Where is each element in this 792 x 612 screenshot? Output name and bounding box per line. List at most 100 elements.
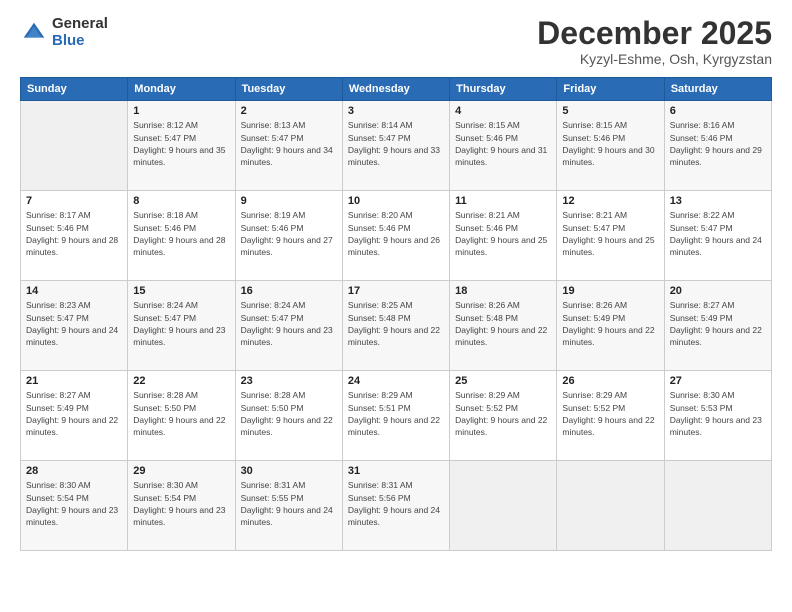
calendar-page: General Blue December 2025 Kyzyl-Eshme, … (0, 0, 792, 612)
table-row: 26 Sunrise: 8:29 AMSunset: 5:52 PMDaylig… (557, 371, 664, 461)
table-row: 28 Sunrise: 8:30 AMSunset: 5:54 PMDaylig… (21, 461, 128, 551)
day-detail: Sunrise: 8:16 AMSunset: 5:46 PMDaylight:… (670, 120, 762, 167)
day-detail: Sunrise: 8:14 AMSunset: 5:47 PMDaylight:… (348, 120, 440, 167)
logo: General Blue (20, 16, 108, 49)
table-row: 7 Sunrise: 8:17 AMSunset: 5:46 PMDayligh… (21, 191, 128, 281)
day-number: 10 (348, 195, 444, 207)
day-number: 25 (455, 375, 551, 387)
day-detail: Sunrise: 8:25 AMSunset: 5:48 PMDaylight:… (348, 300, 440, 347)
day-number: 20 (670, 285, 766, 297)
day-number: 24 (348, 375, 444, 387)
day-number: 28 (26, 465, 122, 477)
day-number: 1 (133, 105, 229, 117)
day-detail: Sunrise: 8:18 AMSunset: 5:46 PMDaylight:… (133, 210, 225, 257)
table-row: 9 Sunrise: 8:19 AMSunset: 5:46 PMDayligh… (235, 191, 342, 281)
day-number: 7 (26, 195, 122, 207)
subtitle: Kyzyl-Eshme, Osh, Kyrgyzstan (537, 51, 772, 67)
logo-blue-text: Blue (52, 33, 108, 50)
day-detail: Sunrise: 8:28 AMSunset: 5:50 PMDaylight:… (133, 390, 225, 437)
table-row: 8 Sunrise: 8:18 AMSunset: 5:46 PMDayligh… (128, 191, 235, 281)
day-detail: Sunrise: 8:17 AMSunset: 5:46 PMDaylight:… (26, 210, 118, 257)
day-detail: Sunrise: 8:12 AMSunset: 5:47 PMDaylight:… (133, 120, 225, 167)
col-thursday: Thursday (450, 78, 557, 101)
table-row: 19 Sunrise: 8:26 AMSunset: 5:49 PMDaylig… (557, 281, 664, 371)
day-number: 11 (455, 195, 551, 207)
day-number: 3 (348, 105, 444, 117)
table-row: 29 Sunrise: 8:30 AMSunset: 5:54 PMDaylig… (128, 461, 235, 551)
table-row: 4 Sunrise: 8:15 AMSunset: 5:46 PMDayligh… (450, 101, 557, 191)
day-detail: Sunrise: 8:22 AMSunset: 5:47 PMDaylight:… (670, 210, 762, 257)
table-row: 17 Sunrise: 8:25 AMSunset: 5:48 PMDaylig… (342, 281, 449, 371)
day-number: 16 (241, 285, 337, 297)
col-wednesday: Wednesday (342, 78, 449, 101)
day-number: 27 (670, 375, 766, 387)
table-row: 27 Sunrise: 8:30 AMSunset: 5:53 PMDaylig… (664, 371, 771, 461)
day-detail: Sunrise: 8:26 AMSunset: 5:49 PMDaylight:… (562, 300, 654, 347)
day-number: 6 (670, 105, 766, 117)
table-row: 18 Sunrise: 8:26 AMSunset: 5:48 PMDaylig… (450, 281, 557, 371)
day-number: 31 (348, 465, 444, 477)
day-detail: Sunrise: 8:24 AMSunset: 5:47 PMDaylight:… (241, 300, 333, 347)
col-monday: Monday (128, 78, 235, 101)
day-number: 18 (455, 285, 551, 297)
col-sunday: Sunday (21, 78, 128, 101)
day-number: 14 (26, 285, 122, 297)
table-row: 10 Sunrise: 8:20 AMSunset: 5:46 PMDaylig… (342, 191, 449, 281)
logo-text: General Blue (52, 16, 108, 49)
table-row (450, 461, 557, 551)
table-row: 16 Sunrise: 8:24 AMSunset: 5:47 PMDaylig… (235, 281, 342, 371)
day-number: 19 (562, 285, 658, 297)
table-row (557, 461, 664, 551)
table-row (664, 461, 771, 551)
table-row: 14 Sunrise: 8:23 AMSunset: 5:47 PMDaylig… (21, 281, 128, 371)
day-detail: Sunrise: 8:15 AMSunset: 5:46 PMDaylight:… (455, 120, 547, 167)
day-number: 17 (348, 285, 444, 297)
day-detail: Sunrise: 8:30 AMSunset: 5:54 PMDaylight:… (133, 480, 225, 527)
day-detail: Sunrise: 8:26 AMSunset: 5:48 PMDaylight:… (455, 300, 547, 347)
col-tuesday: Tuesday (235, 78, 342, 101)
table-row: 30 Sunrise: 8:31 AMSunset: 5:55 PMDaylig… (235, 461, 342, 551)
calendar-table: Sunday Monday Tuesday Wednesday Thursday… (20, 77, 772, 551)
day-number: 30 (241, 465, 337, 477)
day-detail: Sunrise: 8:19 AMSunset: 5:46 PMDaylight:… (241, 210, 333, 257)
col-friday: Friday (557, 78, 664, 101)
day-number: 26 (562, 375, 658, 387)
table-row: 3 Sunrise: 8:14 AMSunset: 5:47 PMDayligh… (342, 101, 449, 191)
day-number: 5 (562, 105, 658, 117)
table-row: 22 Sunrise: 8:28 AMSunset: 5:50 PMDaylig… (128, 371, 235, 461)
day-number: 23 (241, 375, 337, 387)
day-detail: Sunrise: 8:29 AMSunset: 5:52 PMDaylight:… (562, 390, 654, 437)
day-number: 13 (670, 195, 766, 207)
day-detail: Sunrise: 8:21 AMSunset: 5:46 PMDaylight:… (455, 210, 547, 257)
calendar-header: Sunday Monday Tuesday Wednesday Thursday… (21, 78, 772, 101)
logo-general-text: General (52, 16, 108, 33)
title-block: December 2025 Kyzyl-Eshme, Osh, Kyrgyzst… (537, 16, 772, 67)
table-row: 24 Sunrise: 8:29 AMSunset: 5:51 PMDaylig… (342, 371, 449, 461)
table-row: 6 Sunrise: 8:16 AMSunset: 5:46 PMDayligh… (664, 101, 771, 191)
table-row: 20 Sunrise: 8:27 AMSunset: 5:49 PMDaylig… (664, 281, 771, 371)
table-row: 12 Sunrise: 8:21 AMSunset: 5:47 PMDaylig… (557, 191, 664, 281)
day-number: 12 (562, 195, 658, 207)
header-row: Sunday Monday Tuesday Wednesday Thursday… (21, 78, 772, 101)
day-detail: Sunrise: 8:28 AMSunset: 5:50 PMDaylight:… (241, 390, 333, 437)
page-header: General Blue December 2025 Kyzyl-Eshme, … (20, 16, 772, 67)
day-number: 21 (26, 375, 122, 387)
main-title: December 2025 (537, 16, 772, 51)
day-number: 22 (133, 375, 229, 387)
day-number: 8 (133, 195, 229, 207)
table-row: 31 Sunrise: 8:31 AMSunset: 5:56 PMDaylig… (342, 461, 449, 551)
day-number: 4 (455, 105, 551, 117)
table-row: 1 Sunrise: 8:12 AMSunset: 5:47 PMDayligh… (128, 101, 235, 191)
day-detail: Sunrise: 8:13 AMSunset: 5:47 PMDaylight:… (241, 120, 333, 167)
day-detail: Sunrise: 8:20 AMSunset: 5:46 PMDaylight:… (348, 210, 440, 257)
table-row: 13 Sunrise: 8:22 AMSunset: 5:47 PMDaylig… (664, 191, 771, 281)
table-row: 11 Sunrise: 8:21 AMSunset: 5:46 PMDaylig… (450, 191, 557, 281)
day-detail: Sunrise: 8:31 AMSunset: 5:55 PMDaylight:… (241, 480, 333, 527)
table-row: 23 Sunrise: 8:28 AMSunset: 5:50 PMDaylig… (235, 371, 342, 461)
day-detail: Sunrise: 8:21 AMSunset: 5:47 PMDaylight:… (562, 210, 654, 257)
col-saturday: Saturday (664, 78, 771, 101)
table-row: 25 Sunrise: 8:29 AMSunset: 5:52 PMDaylig… (450, 371, 557, 461)
day-detail: Sunrise: 8:23 AMSunset: 5:47 PMDaylight:… (26, 300, 118, 347)
day-detail: Sunrise: 8:31 AMSunset: 5:56 PMDaylight:… (348, 480, 440, 527)
day-number: 15 (133, 285, 229, 297)
